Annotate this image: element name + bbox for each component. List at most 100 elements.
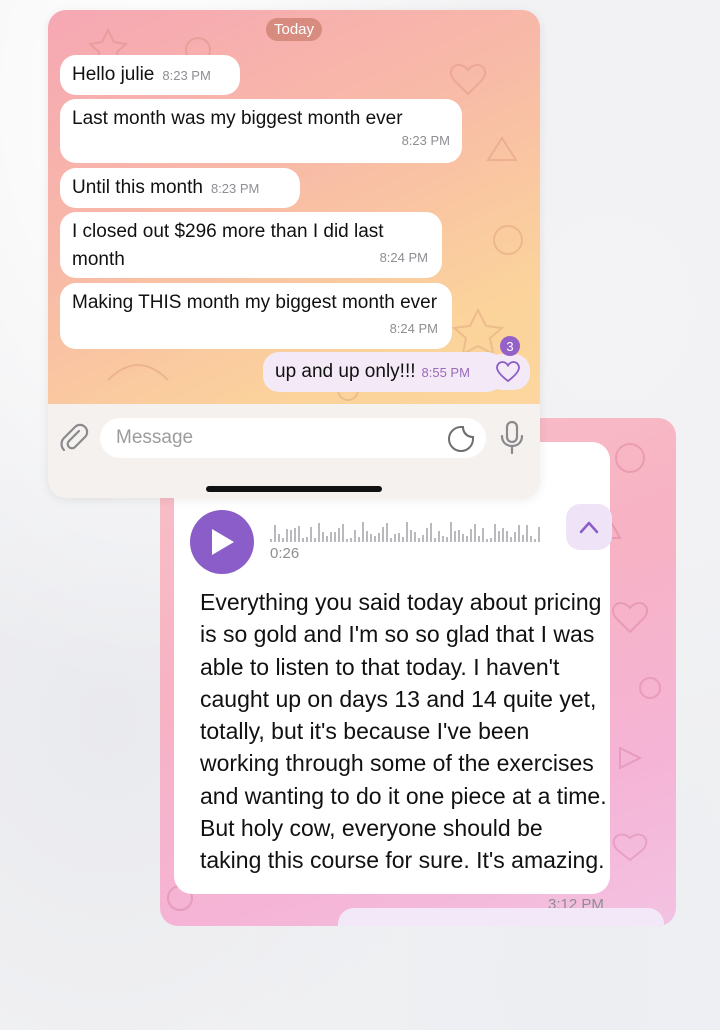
waveform-bar xyxy=(310,527,312,542)
waveform-bar xyxy=(338,528,340,542)
message-text: Making THIS month my biggest month ever xyxy=(72,292,438,313)
waveform-bar xyxy=(314,538,316,542)
waveform-bar xyxy=(510,537,512,542)
waveform-bar xyxy=(514,532,516,542)
waveform-bar xyxy=(398,533,400,542)
waveform-bar xyxy=(438,531,440,542)
voice-message-bubble: 0:26 Everything you said today about pri… xyxy=(174,442,612,913)
waveform-bar xyxy=(426,528,428,542)
sticker-button[interactable] xyxy=(446,424,476,454)
message-input[interactable] xyxy=(100,418,486,458)
attach-button[interactable] xyxy=(58,422,90,454)
waveform-bar xyxy=(294,528,296,542)
heart-icon xyxy=(496,361,520,383)
waveform-bar xyxy=(270,539,272,542)
incoming-message: I closed out $296 more than I did last m… xyxy=(60,212,442,278)
waveform-bar xyxy=(418,538,420,542)
waveform-bar xyxy=(358,537,360,542)
waveform-bar xyxy=(354,530,356,542)
waveform-bar xyxy=(430,523,432,542)
waveform-bar xyxy=(450,522,452,542)
waveform-bar xyxy=(534,539,536,542)
waveform-bar xyxy=(334,532,336,542)
message-text: Until this month xyxy=(72,177,203,198)
waveform-bar xyxy=(362,522,364,542)
waveform-bar xyxy=(306,537,308,542)
message-text: Last month was my biggest month ever xyxy=(72,108,403,129)
waveform-bar xyxy=(538,527,540,542)
chevron-up-icon xyxy=(579,521,599,534)
voice-record-button[interactable] xyxy=(496,420,528,456)
waveform-bar xyxy=(366,531,368,542)
partial-message-bubble xyxy=(338,908,664,926)
waveform-bar xyxy=(330,532,332,542)
message-time: 8:23 PM xyxy=(210,181,260,196)
waveform-bar xyxy=(406,522,408,542)
waveform-bar xyxy=(458,530,460,542)
waveform-bar xyxy=(302,538,304,542)
waveform-bar xyxy=(326,536,328,542)
home-indicator xyxy=(206,486,382,492)
waveform-bar xyxy=(454,531,456,542)
waveform-bar xyxy=(286,529,288,542)
message-text: Hello julie xyxy=(72,64,155,85)
waveform-bar xyxy=(490,538,492,542)
message-time: 8:23 PM xyxy=(162,68,211,83)
reaction-count: 3 xyxy=(500,336,520,356)
incoming-message: Hello julie 8:23 PM xyxy=(60,55,240,95)
waveform-bar xyxy=(486,539,488,542)
voice-duration: 0:26 xyxy=(270,545,300,562)
waveform-bar xyxy=(466,536,468,542)
waveform-bar xyxy=(414,532,416,542)
waveform-bar xyxy=(346,539,348,542)
message-time: 8:23 PM xyxy=(401,133,450,148)
waveform-bar xyxy=(350,538,352,542)
waveform-bar xyxy=(318,523,320,542)
waveform-bar xyxy=(470,529,472,542)
incoming-message: Until this month 8:23 PM xyxy=(60,168,300,208)
waveform-bar xyxy=(442,536,444,542)
incoming-message: Making THIS month my biggest month ever … xyxy=(60,283,452,349)
sticker-icon xyxy=(448,426,474,452)
waveform-bar xyxy=(290,530,292,542)
play-icon xyxy=(212,529,234,555)
waveform-bar xyxy=(298,526,300,542)
waveform-bar xyxy=(382,527,384,542)
waveform-bar xyxy=(386,523,388,542)
message-time: 8:55 PM xyxy=(421,365,470,380)
message-time: 8:24 PM xyxy=(389,321,438,336)
message-text: up and up only!!! xyxy=(275,361,416,382)
waveform-bar xyxy=(506,531,508,542)
chat-screen: Today Hello julie 8:23 PM Last month was … xyxy=(48,10,540,498)
incoming-message: Last month was my biggest month ever 8:2… xyxy=(60,99,462,163)
waveform-bar xyxy=(498,531,500,542)
waveform-bar xyxy=(410,530,412,542)
waveform-bar xyxy=(530,536,532,542)
message-time: 8:24 PM xyxy=(379,250,428,265)
waveform-bar xyxy=(370,534,372,542)
waveform-bar xyxy=(474,524,476,542)
reaction-button[interactable] xyxy=(486,354,530,390)
waveform-bar xyxy=(402,537,404,542)
collapse-transcript-button[interactable] xyxy=(566,504,612,550)
waveform-bar xyxy=(390,538,392,542)
message-text: I closed out $296 more than I did last m… xyxy=(72,221,384,270)
microphone-icon xyxy=(500,420,524,455)
waveform-bar xyxy=(494,524,496,542)
waveform-bar xyxy=(274,525,276,542)
voice-waveform[interactable] xyxy=(270,518,542,544)
waveform-bar xyxy=(422,535,424,542)
waveform-bar xyxy=(282,538,284,542)
waveform-bar xyxy=(394,534,396,542)
waveform-bar xyxy=(478,536,480,542)
waveform-bar xyxy=(518,525,520,542)
waveform-bar xyxy=(434,538,436,542)
waveform-bar xyxy=(278,534,280,542)
outgoing-message: up and up only!!! 8:55 PM xyxy=(263,352,503,392)
waveform-bar xyxy=(374,536,376,542)
paperclip-icon xyxy=(60,423,89,452)
waveform-bar xyxy=(322,532,324,542)
waveform-bar xyxy=(526,525,528,542)
message-composer xyxy=(48,404,540,498)
play-button[interactable] xyxy=(190,510,254,574)
